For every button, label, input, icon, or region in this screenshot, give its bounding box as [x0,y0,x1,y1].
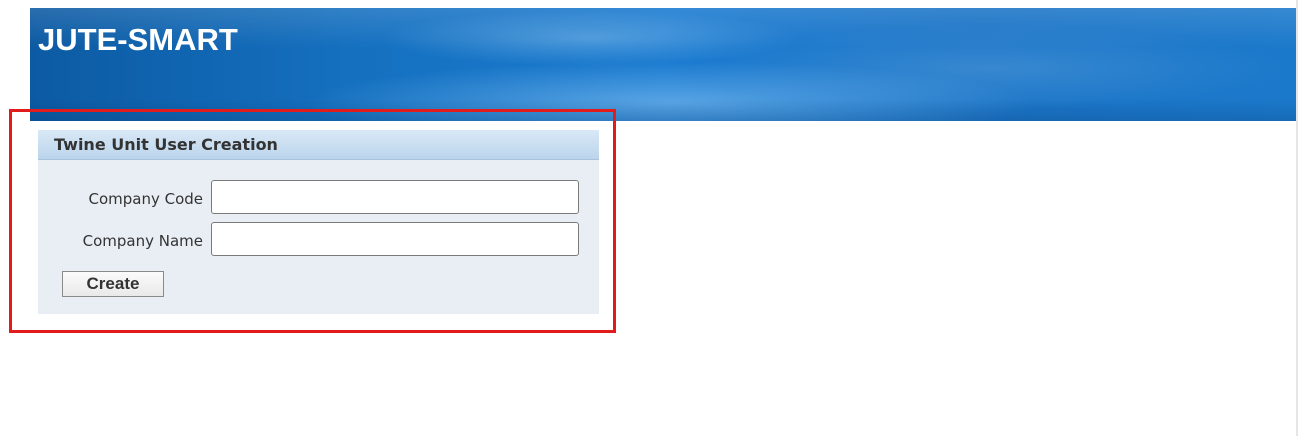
panel-title: Twine Unit User Creation [54,135,278,154]
app-title: JUTE-SMART [38,22,238,57]
company-name-label: Company Name [82,232,203,250]
create-button[interactable]: Create [62,271,164,297]
panel-header: Twine Unit User Creation [38,130,599,160]
page-right-border [1296,0,1298,436]
header-banner: JUTE-SMART [30,8,1296,121]
company-code-input[interactable] [211,180,579,214]
page: JUTE-SMART Twine Unit User Creation Comp… [0,0,1299,436]
user-creation-panel: Twine Unit User Creation Company Code Co… [38,130,599,314]
company-code-label: Company Code [88,190,203,208]
company-name-input[interactable] [211,222,579,256]
